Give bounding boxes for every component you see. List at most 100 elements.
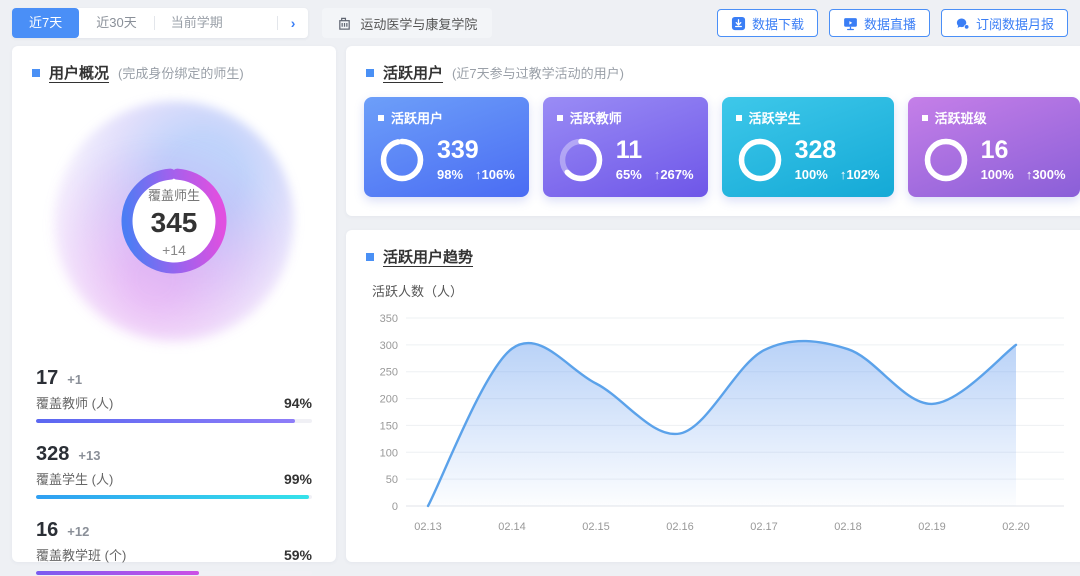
panel-title: 活跃用户 (383, 62, 443, 83)
button-label: 订阅数据月报 (976, 14, 1054, 33)
data-download-button[interactable]: 数据下载 (717, 9, 818, 37)
card-growth: ↑102% (840, 167, 880, 182)
y-tick-label: 100 (379, 447, 397, 459)
card-label: 活跃学生 (749, 108, 801, 127)
gauge-value: 345 (151, 209, 198, 237)
metric-top: 17 +1 (36, 367, 312, 390)
card-value: 11 (616, 138, 694, 163)
card-percent: 100% (981, 167, 1014, 182)
action-buttons: 数据下载 数据直播 订阅数据月报 (717, 9, 1068, 37)
card-sub: 100% ↑102% (795, 167, 880, 182)
coverage-metric-row: 328 +13 覆盖学生 (人) 99% (36, 443, 312, 499)
metric-delta: +13 (78, 448, 100, 463)
user-overview-panel: 用户概况 (完成身份绑定的师生) 覆盖师生 345 + (12, 46, 336, 562)
bullet-icon (378, 115, 384, 121)
y-tick-label: 0 (392, 501, 398, 513)
x-tick-label: 02.15 (582, 521, 610, 533)
area-fill (428, 341, 1016, 506)
x-tick-label: 02.17 (750, 521, 778, 533)
card-label: 活跃班级 (935, 108, 987, 127)
panel-title: 活跃用户趋势 (383, 246, 473, 267)
metric-value: 16 (36, 519, 58, 542)
card-value: 328 (795, 138, 880, 163)
tab-last-7-days[interactable]: 近7天 (12, 8, 79, 38)
card-sub: 100% ↑300% (981, 167, 1066, 182)
progress-bar-track (36, 571, 312, 575)
building-icon (337, 16, 352, 31)
chevron-right-icon[interactable]: › (278, 15, 309, 31)
progress-ring-icon (557, 136, 605, 184)
card-body: 339 98% ↑106% (378, 136, 515, 184)
subscribe-monthly-report-button[interactable]: 订阅数据月报 (941, 9, 1068, 37)
topbar: 近7天 近30天 当前学期 › 运动医学与康复学院 数据下载 (0, 0, 1080, 42)
card-percent: 100% (795, 167, 828, 182)
bullet-icon (922, 115, 928, 121)
coverage-metric-row: 17 +1 覆盖教师 (人) 94% (36, 367, 312, 423)
school-selector[interactable]: 运动医学与康复学院 (322, 8, 492, 38)
card-growth: ↑300% (1026, 167, 1066, 182)
card-value: 339 (437, 138, 515, 163)
y-tick-label: 50 (386, 474, 398, 486)
x-tick-label: 02.19 (918, 521, 946, 533)
active-kpi-card[interactable]: 活跃教师 11 65% ↑267% (543, 97, 708, 197)
coverage-metrics: 17 +1 覆盖教师 (人) 94% 328 +13 覆盖学生 (人) 99% … (12, 341, 336, 575)
screen-icon (843, 16, 858, 31)
coverage-metric-row: 16 +12 覆盖教学班 (个) 59% (36, 519, 312, 575)
x-tick-label: 02.16 (666, 521, 694, 533)
card-body: 11 65% ↑267% (557, 136, 694, 184)
progress-ring-icon (736, 136, 784, 184)
progress-ring-icon (378, 136, 426, 184)
x-tick-label: 02.13 (414, 521, 442, 533)
download-icon (731, 16, 746, 31)
card-header: 活跃教师 (557, 108, 694, 127)
y-tick-label: 250 (379, 367, 397, 379)
chart-y-axis-title: 活跃人数（人） (346, 267, 1080, 300)
metric-label: 覆盖教师 (人) (36, 393, 113, 412)
card-body: 328 100% ↑102% (736, 136, 880, 184)
gauge-center: 覆盖师生 345 +14 (54, 101, 294, 341)
card-stats: 16 100% ↑300% (981, 138, 1066, 182)
metric-delta: +1 (67, 372, 82, 387)
tab-current-semester[interactable]: 当前学期 (155, 8, 277, 38)
panel-header: 活跃用户趋势 (346, 230, 1080, 267)
card-percent: 98% (437, 167, 463, 182)
active-kpi-card[interactable]: 活跃用户 339 98% ↑106% (364, 97, 529, 197)
gauge-delta: +14 (162, 242, 186, 258)
metric-mid: 覆盖教学班 (个) 59% (36, 545, 312, 564)
card-stats: 328 100% ↑102% (795, 138, 880, 182)
card-header: 活跃班级 (922, 108, 1066, 127)
button-label: 数据直播 (864, 14, 916, 33)
tab-last-30-days[interactable]: 近30天 (79, 8, 153, 38)
metric-delta: +12 (67, 524, 89, 539)
card-stats: 11 65% ↑267% (616, 138, 694, 182)
metric-mid: 覆盖教师 (人) 94% (36, 393, 312, 412)
card-sub: 65% ↑267% (616, 167, 694, 182)
progress-bar-track (36, 419, 312, 423)
metric-label: 覆盖教学班 (个) (36, 545, 126, 564)
bullet-icon (736, 115, 742, 121)
progress-ring-icon (922, 136, 970, 184)
gauge-label: 覆盖师生 (148, 185, 200, 204)
x-tick-label: 02.18 (834, 521, 862, 533)
card-header: 活跃学生 (736, 108, 880, 127)
coverage-gauge: 覆盖师生 345 +14 (54, 101, 294, 341)
active-kpi-card[interactable]: 活跃班级 16 100% ↑300% (908, 97, 1080, 197)
active-kpi-card[interactable]: 活跃学生 328 100% ↑102% (722, 97, 894, 197)
bullet-icon (32, 69, 40, 77)
metric-label: 覆盖学生 (人) (36, 469, 113, 488)
card-body: 16 100% ↑300% (922, 136, 1066, 184)
card-label: 活跃教师 (570, 108, 622, 127)
active-users-panel: 活跃用户 (近7天参与过教学活动的用户) 活跃用户 339 98% ↑106% (346, 46, 1080, 216)
metric-top: 16 +12 (36, 519, 312, 542)
card-value: 16 (981, 138, 1066, 163)
card-growth: ↑267% (654, 167, 694, 182)
panel-title: 用户概况 (49, 62, 109, 83)
progress-bar-track (36, 495, 312, 499)
panel-header: 活跃用户 (近7天参与过教学活动的用户) (346, 46, 1080, 83)
card-growth: ↑106% (475, 167, 515, 182)
data-live-button[interactable]: 数据直播 (829, 9, 930, 37)
chat-icon (955, 16, 970, 31)
card-label: 活跃用户 (391, 108, 443, 127)
x-tick-label: 02.20 (1002, 521, 1030, 533)
trend-area-chart: 05010015020025030035002.1302.1402.1502.1… (372, 302, 1072, 554)
